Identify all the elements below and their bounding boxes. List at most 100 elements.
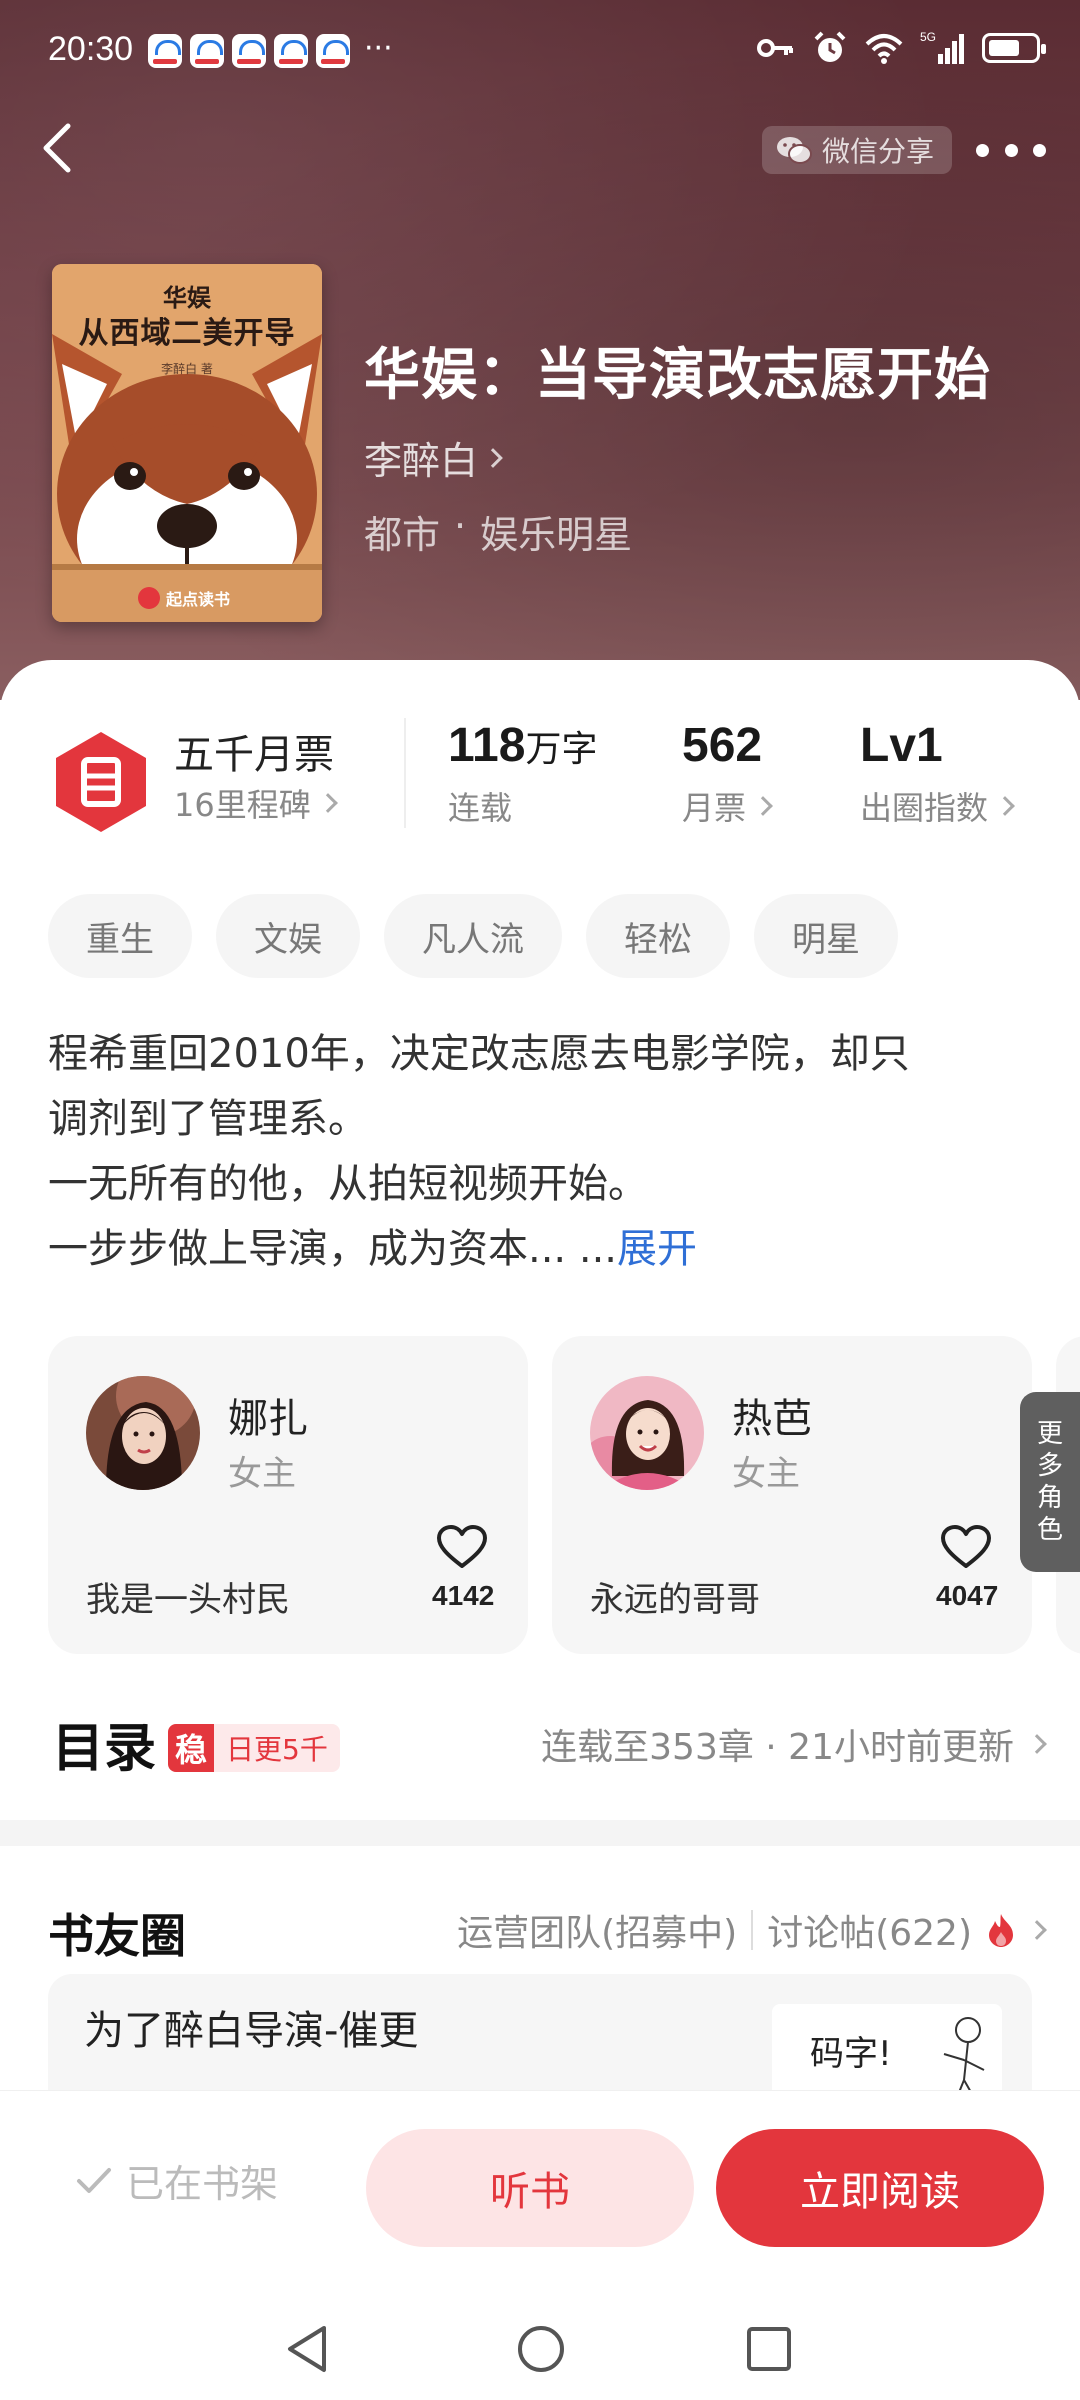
- svg-text:5G: 5G: [920, 30, 936, 44]
- monthly-ticket-badge-icon[interactable]: [52, 730, 150, 834]
- app-notification-icon: [190, 34, 224, 68]
- character-quote: 永远的哥哥: [590, 1580, 760, 1620]
- popularity-index-label: 出圈指数: [860, 789, 989, 827]
- catalog-status: 连载至353章 · 21小时前更新: [541, 1718, 1047, 1770]
- character-like-button[interactable]: 4142: [432, 1524, 495, 1612]
- thumb-text: 码字!: [810, 2034, 892, 2074]
- wifi-icon: [865, 34, 903, 64]
- read-now-button[interactable]: 立即阅读: [716, 2129, 1044, 2247]
- character-list: 娜扎 女主 我是一头村民 4142 热芭 女主 永远的哥哥 4047: [48, 1336, 1080, 1656]
- app-notification-icon: [316, 34, 350, 68]
- tag-chip[interactable]: 凡人流: [384, 894, 562, 978]
- tag-list: 重生 文娱 凡人流 轻松 明星: [48, 894, 898, 978]
- word-count-label: 连载: [448, 789, 513, 827]
- stable-text: 日更5千: [214, 1724, 340, 1772]
- app-notification-icon: [274, 34, 308, 68]
- on-shelf-button[interactable]: 已在书架: [76, 2153, 278, 2208]
- book-title: 华娱：当导演改志愿开始: [364, 343, 991, 408]
- share-label: 微信分享: [822, 135, 935, 168]
- catalog-status-text: 连载至353章 · 21小时前更新: [541, 1727, 1014, 1768]
- key-icon: [757, 39, 793, 57]
- more-roles-button[interactable]: 更多角色: [1020, 1392, 1080, 1572]
- character-card[interactable]: 热芭 女主 永远的哥哥 4047: [552, 1336, 1032, 1654]
- tag-chip[interactable]: 轻松: [586, 894, 730, 978]
- chevron-right-icon: [317, 793, 338, 813]
- genre-subcategory[interactable]: 娱乐明星: [480, 504, 632, 559]
- nav-back-icon[interactable]: [284, 2324, 330, 2374]
- genre-category[interactable]: 都市: [364, 504, 440, 559]
- notification-more: ···: [364, 31, 393, 66]
- synopsis-line: 程希重回2010年，决定改志愿去电影学院，却只: [48, 1031, 910, 1077]
- tag-chip[interactable]: 文娱: [216, 894, 360, 978]
- wechat-icon: [777, 137, 812, 164]
- more-options-button[interactable]: [976, 130, 1046, 170]
- character-role: 女主: [732, 1454, 800, 1494]
- discussion-link[interactable]: 讨论帖(622): [767, 1904, 972, 1956]
- system-nav-bar: [0, 2290, 1080, 2400]
- author-name: 李醉白: [364, 439, 479, 483]
- synopsis[interactable]: 程希重回2010年，决定改志愿去电影学院，却只 调剂到了管理系。 一无所有的他，…: [48, 1022, 1038, 1282]
- operations-team-link[interactable]: 运营团队(招募中): [457, 1904, 737, 1956]
- chevron-right-icon: [1027, 1734, 1047, 1754]
- nav-recents-icon[interactable]: [746, 2326, 792, 2372]
- brand-logo-icon: [138, 587, 160, 609]
- cover-brand-text: 起点读书: [166, 590, 231, 609]
- update-badge: 稳 日更5千: [168, 1724, 340, 1772]
- wechat-share-button[interactable]: 微信分享: [762, 126, 953, 174]
- catalog-title: 目录: [52, 1719, 157, 1779]
- main-card: 五千月票 16里程碑 118万字 连载 562 月票 Lv1 出圈指数 重生 文…: [0, 660, 1080, 2214]
- monthly-ticket-stat[interactable]: 562 月票: [682, 718, 773, 829]
- tag-chip[interactable]: 明星: [754, 894, 898, 978]
- nav-home-icon[interactable]: [516, 2324, 566, 2374]
- character-like-count: 4047: [936, 1580, 999, 1611]
- book-circle-links: 运营团队(招募中) 讨论帖(622): [457, 1904, 1047, 1956]
- listen-button[interactable]: 听书: [366, 2129, 694, 2247]
- dot: [976, 143, 989, 157]
- stats-divider: [404, 718, 406, 828]
- app-notification-icon: [232, 34, 266, 68]
- chevron-right-icon: [483, 447, 503, 468]
- status-bar: 20:30 ··· 5G: [0, 0, 1080, 100]
- genre-row: 都市 · 娱乐明星: [364, 504, 632, 559]
- stable-mark: 稳: [168, 1724, 214, 1772]
- book-cover[interactable]: 华娱 从西域二美开导 李醉白 著 起点读书: [52, 264, 322, 622]
- synopsis-line: 调剂到了管理系。: [48, 1096, 368, 1142]
- link-divider: [751, 1910, 754, 1950]
- genre-separator: ·: [454, 504, 467, 548]
- catalog-row[interactable]: 目录 稳 日更5千 连载至353章 · 21小时前更新: [0, 1690, 1080, 1790]
- fire-icon: [989, 1914, 1013, 1947]
- character-role: 女主: [228, 1454, 296, 1494]
- monthly-ticket-label: 月票: [682, 789, 747, 827]
- character-like-button[interactable]: 4047: [936, 1524, 999, 1612]
- word-count-stat: 118万字 连载: [448, 718, 597, 829]
- chevron-right-icon: [995, 796, 1015, 816]
- heart-icon: [941, 1525, 991, 1568]
- character-avatar: [86, 1376, 200, 1490]
- monthly-ticket-value: 562: [682, 719, 763, 772]
- bottom-action-bar: 已在书架 听书 立即阅读: [0, 2090, 1080, 2290]
- synopsis-line: 一步步做上导演，成为资本... ...: [48, 1226, 618, 1272]
- book-circle-title: 书友圈: [48, 1909, 186, 1963]
- word-count-unit: 万字: [525, 729, 598, 770]
- character-avatar: [590, 1376, 704, 1490]
- expand-synopsis-link[interactable]: 展开: [617, 1226, 697, 1272]
- character-name: 热芭: [732, 1396, 812, 1442]
- dot: [1004, 143, 1018, 157]
- character-quote: 我是一头村民: [86, 1580, 290, 1620]
- system-icons: 5G: [756, 30, 1046, 66]
- app-notification-icon: [148, 34, 182, 68]
- ticket-milestone-sub: 16里程碑: [174, 786, 311, 824]
- ticket-milestone-link[interactable]: 16里程碑: [174, 780, 338, 826]
- tag-chip[interactable]: 重生: [48, 894, 192, 978]
- back-button[interactable]: [28, 118, 88, 178]
- on-shelf-label: 已在书架: [126, 2162, 279, 2206]
- popularity-level-value: Lv1: [860, 719, 943, 772]
- heart-icon: [437, 1525, 487, 1568]
- alarm-icon: [814, 31, 846, 62]
- character-like-count: 4142: [432, 1580, 495, 1611]
- ticket-milestone-title[interactable]: 五千月票: [174, 722, 334, 780]
- author-link[interactable]: 李醉白: [364, 430, 503, 485]
- popularity-index-stat[interactable]: Lv1 出圈指数: [860, 718, 1015, 829]
- chevron-right-icon[interactable]: [1027, 1920, 1047, 1940]
- character-card[interactable]: 娜扎 女主 我是一头村民 4142: [48, 1336, 528, 1654]
